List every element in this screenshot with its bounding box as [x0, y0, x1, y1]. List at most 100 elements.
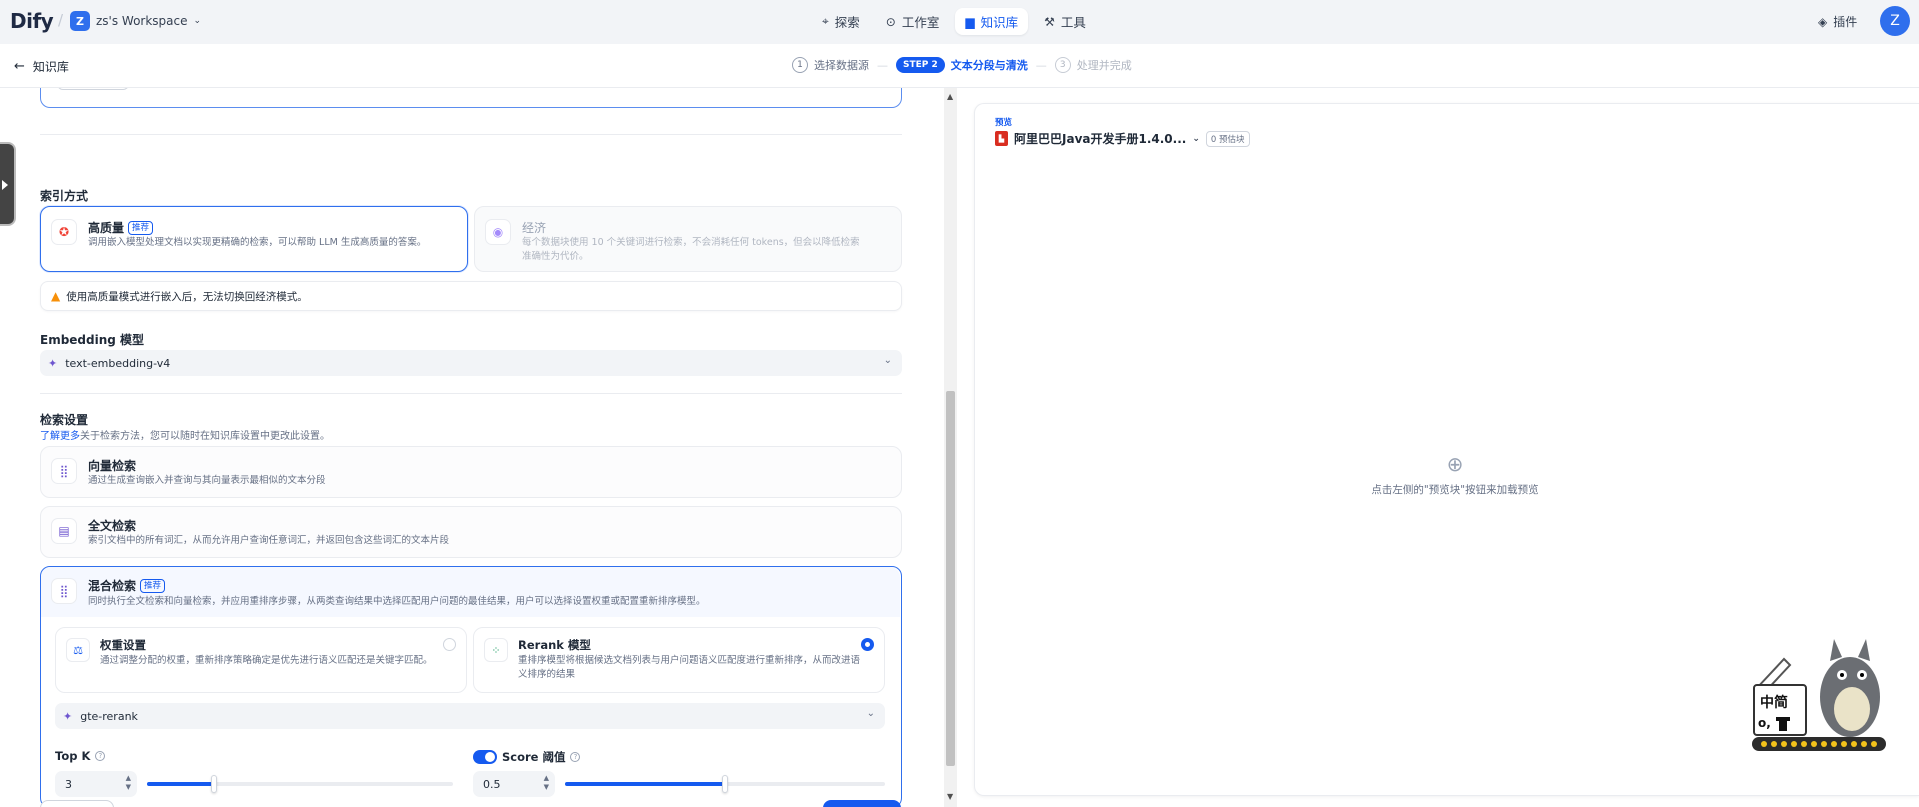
top-nav: Dify / Z zs's Workspace ⌄ ⌖ 探索 ⊙ 工作室 ▆ 知…	[0, 0, 1919, 44]
index-mode-title: 索引方式	[40, 189, 89, 203]
segment-settings-card	[40, 88, 902, 108]
recommended-badge: 推荐	[128, 220, 154, 235]
weight-settings-title: 权重设置	[100, 638, 146, 652]
embedding-model-value: text-embedding-v4	[65, 356, 171, 370]
nav-explore[interactable]: ⌖ 探索	[812, 8, 870, 35]
fulltext-search-option[interactable]: ▤ 全文检索 索引文档中的所有词汇，从而允许用户查询任意词汇，并返回包含这些词汇…	[40, 506, 902, 558]
rerank-model-radio[interactable]	[861, 638, 874, 651]
search-zoom-icon: ⊕	[1446, 452, 1464, 476]
score-slider-fill	[565, 782, 725, 786]
vector-search-icon: ⣿	[51, 458, 77, 484]
rerank-model-select[interactable]: ✦ gte-rerank ⌄	[55, 703, 885, 729]
workspace-switcher[interactable]: Z zs's Workspace ⌄	[70, 11, 201, 31]
scroll-down-icon[interactable]: ▼	[947, 792, 953, 801]
cube-icon: ◈	[1818, 14, 1828, 29]
score-threshold-input[interactable]: 0.5 ▲ ▼	[473, 771, 555, 797]
mascot-sign-top: 中简	[1760, 694, 1788, 711]
help-icon[interactable]: ?	[570, 752, 581, 762]
user-avatar[interactable]: Z	[1880, 6, 1910, 36]
hybrid-search-header: ⣿ 混合检索 推荐 同时执行全文检索和向量检索，并应用重排序步骤，从两类查询结果…	[41, 567, 900, 617]
economy-desc-line2: 准确性为代价。	[522, 251, 589, 262]
step-bar: ← 知识库 1 选择数据源 — STEP 2 文本分段与清洗 — 3 处理并完成	[0, 44, 1919, 88]
hybrid-search-title-row: 混合检索 推荐	[88, 577, 166, 594]
plugins-button[interactable]: ◈ 插件	[1818, 13, 1857, 30]
top-k-slider-thumb[interactable]	[211, 775, 218, 793]
weight-settings-radio[interactable]	[443, 638, 456, 651]
step-2: STEP 2 文本分段与清洗	[896, 57, 1028, 73]
scrollbar-thumb[interactable]	[946, 391, 955, 766]
estimated-chunks-badge: 0 预估块	[1205, 130, 1250, 147]
step-1-number: 1	[792, 57, 808, 73]
rerank-model-option[interactable]: ⁘ Rerank 模型 重排序模型将根据候选文档列表与用户问题语义匹配度进行重新…	[473, 627, 885, 693]
chevron-down-icon: ⌄	[1192, 133, 1200, 144]
hybrid-search-icon: ⣿	[51, 578, 77, 604]
economy-desc-line1: 每个数据块使用 10 个关键词进行检索，不会消耗任何 tokens，但会以降低检…	[522, 237, 860, 248]
preview-empty-state: ⊕ 点击左侧的"预览块"按钮来加载预览	[1355, 452, 1555, 497]
recommended-badge: 推荐	[140, 578, 166, 593]
step-3: 3 处理并完成	[1054, 57, 1132, 73]
top-k-slider[interactable]	[147, 775, 453, 793]
top-k-label: Top K	[55, 749, 91, 763]
main-panel: ← 知识库 1 选择数据源 — STEP 2 文本分段与清洗 — 3 处理并完成	[0, 44, 1919, 807]
rerank-model-desc: 重排序模型将根据候选文档列表与用户问题语义匹配度进行重新排序，从而改进语义排序的…	[518, 655, 861, 680]
vector-search-desc: 通过生成查询嵌入并查询与其向量表示最相似的文本分段	[88, 475, 326, 486]
score-threshold-label: Score 阈值	[502, 750, 566, 764]
fulltext-search-desc: 索引文档中的所有词汇，从而允许用户查询任意词汇，并返回包含这些词汇的文本片段	[88, 535, 450, 546]
vector-search-option[interactable]: ⣿ 向量检索 通过生成查询嵌入并查询与其向量表示最相似的文本分段	[40, 446, 902, 498]
rerank-icon: ⁘	[484, 638, 508, 662]
preview-doc-selector[interactable]: ▙ 阿里巴巴Java开发手册1.4.0... ⌄ 0 预估块	[995, 130, 1250, 147]
book-icon: ▆	[965, 14, 975, 29]
nav-knowledge-label: 知识库	[980, 15, 1019, 30]
logo-separator: /	[58, 11, 64, 29]
top-k-slider-fill	[147, 782, 215, 786]
studio-icon: ⊙	[885, 14, 896, 29]
scroll-up-icon[interactable]: ▲	[947, 92, 953, 101]
side-collapse-tab[interactable]	[0, 144, 14, 224]
preview-chunks-button[interactable]	[57, 88, 129, 90]
help-icon[interactable]: ?	[95, 751, 106, 761]
balance-icon: ⚖	[66, 638, 90, 662]
learn-more-link[interactable]: 了解更多	[40, 431, 80, 442]
index-economy-option[interactable]: ◉ 经济 每个数据块使用 10 个关键词进行检索，不会消耗任何 tokens，但…	[474, 206, 902, 272]
divider	[40, 393, 902, 394]
step-separator: —	[877, 58, 888, 72]
weight-settings-desc: 通过调整分配的权重，重新排序策略确定是优先进行语义匹配还是关键字匹配。	[100, 655, 433, 666]
step-2-pill: STEP 2	[896, 57, 945, 73]
chevron-down-icon: ⌄	[866, 708, 875, 719]
warning-text: 使用高质量模式进行嵌入后，无法切换回经济模式。	[66, 290, 308, 303]
index-high-quality-option[interactable]: ✪ 高质量 推荐 调用嵌入模型处理文档以实现更精确的检索，可以帮助 LLM 生成…	[40, 206, 468, 272]
step-separator: —	[1035, 58, 1047, 72]
embedding-title: Embedding 模型	[40, 333, 145, 347]
chevron-down-icon: ⌄	[883, 355, 892, 366]
economy-title: 经济	[522, 221, 547, 235]
retrieval-hint-text: 关于检索方法，您可以随时在知识库设置中更改此设置。	[80, 431, 330, 442]
nav-tools[interactable]: ⚒ 工具	[1034, 8, 1096, 35]
stepper-arrows-icon[interactable]: ▲ ▼	[126, 774, 131, 792]
stepper-arrows-icon[interactable]: ▲ ▼	[544, 774, 549, 792]
main-nav: ⌖ 探索 ⊙ 工作室 ▆ 知识库 ⚒ 工具	[812, 8, 1096, 35]
workspace-avatar: Z	[70, 11, 90, 31]
preview-doc-name: 阿里巴巴Java开发手册1.4.0...	[1014, 132, 1187, 146]
nav-explore-label: 探索	[834, 15, 860, 30]
preview-label: 预览	[995, 118, 1013, 128]
save-and-process-button[interactable]	[823, 800, 901, 807]
index-warning: ▲ 使用高质量模式进行嵌入后，无法切换回经济模式。	[40, 281, 902, 311]
nav-knowledge[interactable]: ▆ 知识库	[955, 8, 1029, 35]
hybrid-search-desc: 同时执行全文检索和向量检索，并应用重排序步骤，从两类查询结果中选择匹配用户问题的…	[88, 596, 706, 607]
scrollbar[interactable]: ▲ ▼	[944, 88, 957, 807]
hybrid-search-option[interactable]: ⣿ 混合检索 推荐 同时执行全文检索和向量检索，并应用重排序步骤，从两类查询结果…	[40, 566, 902, 807]
previous-step-button[interactable]	[40, 800, 114, 807]
nav-studio[interactable]: ⊙ 工作室	[876, 8, 950, 35]
score-threshold-slider[interactable]	[565, 775, 885, 793]
weight-settings-option[interactable]: ⚖ 权重设置 通过调整分配的权重，重新排序策略确定是优先进行语义匹配还是关键字匹…	[55, 627, 467, 693]
score-slider-thumb[interactable]	[722, 775, 728, 793]
dify-logo[interactable]: Dify	[10, 9, 54, 33]
economy-desc: 每个数据块使用 10 个关键词进行检索，不会消耗任何 tokens，但会以降低检…	[522, 236, 860, 264]
embedding-model-select[interactable]: ✦ text-embedding-v4 ⌄	[40, 350, 902, 376]
back-label: 知识库	[32, 60, 69, 74]
pdf-file-icon: ▙	[995, 131, 1008, 146]
score-threshold-toggle[interactable]	[473, 750, 497, 764]
settings-column[interactable]: 索引方式 ✪ 高质量 推荐 调用嵌入模型处理文档以实现更精确的检索，可以帮助 L…	[0, 88, 940, 807]
top-k-input[interactable]: 3 ▲ ▼	[55, 771, 137, 797]
back-button[interactable]: ← 知识库	[14, 58, 69, 75]
